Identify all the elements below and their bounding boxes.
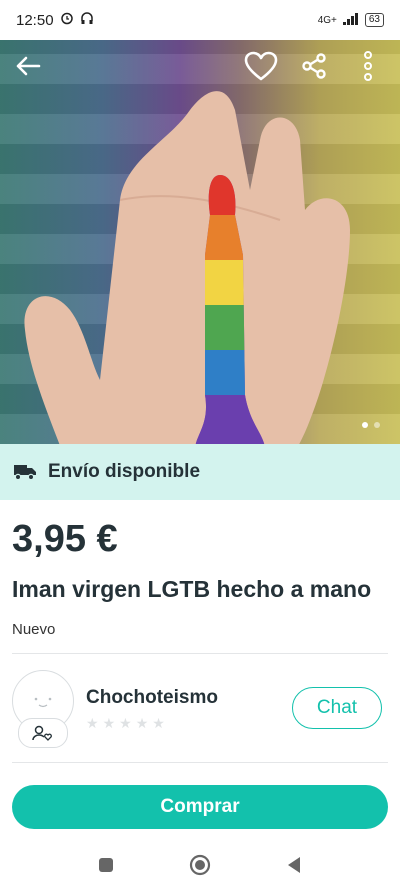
favorite-button[interactable]	[241, 46, 281, 86]
share-button[interactable]	[294, 46, 334, 86]
product-price: 3,95 €	[12, 518, 118, 560]
star-icon: ★	[119, 715, 132, 731]
image-pagination	[362, 422, 380, 428]
heart-icon	[244, 51, 278, 81]
seller-rating: ★ ★ ★ ★ ★	[86, 715, 165, 732]
chat-button[interactable]: Chat	[292, 687, 382, 729]
network-type: 4G+	[317, 14, 337, 26]
seller-name[interactable]: Chochoteismo	[86, 687, 218, 709]
pagination-dot[interactable]	[374, 422, 380, 428]
triangle-back-icon	[288, 856, 300, 873]
pagination-dot[interactable]	[362, 422, 368, 428]
star-icon: ★	[135, 715, 149, 731]
product-image[interactable]	[0, 40, 400, 444]
star-icon: ★	[86, 715, 99, 731]
circle-icon	[189, 854, 211, 875]
divider	[12, 653, 388, 654]
product-title: Iman virgen LGTB hecho a mano	[12, 576, 372, 602]
status-time: 12:50	[16, 11, 54, 29]
buy-button[interactable]: Comprar	[12, 785, 388, 829]
shipping-label: Envío disponible	[48, 461, 201, 482]
user-heart-icon	[32, 725, 52, 741]
star-icon: ★	[102, 715, 116, 731]
star-icon: ★	[152, 715, 165, 731]
back-nav-button[interactable]	[286, 856, 302, 879]
alarm-icon	[60, 11, 74, 29]
status-bar: 12:50 4G+ 63	[0, 0, 400, 40]
recent-apps-button[interactable]	[98, 857, 114, 878]
shipping-banner: Envío disponible	[0, 444, 400, 500]
back-arrow-icon	[16, 56, 41, 76]
signal-icon	[342, 12, 359, 28]
battery-icon: 63	[364, 13, 384, 27]
hand-holding-figurine-image	[24, 91, 350, 444]
home-button[interactable]	[189, 854, 211, 881]
product-condition: Nuevo	[12, 621, 56, 638]
back-button[interactable]	[8, 46, 48, 86]
more-options-button[interactable]	[348, 46, 388, 86]
divider	[12, 762, 388, 763]
headphones-icon	[80, 11, 94, 29]
seller-badge	[18, 718, 68, 748]
truck-icon	[14, 465, 36, 481]
square-icon	[99, 857, 113, 872]
system-navigation-bar	[0, 845, 400, 889]
more-vertical-icon	[364, 51, 372, 81]
share-icon	[302, 53, 326, 79]
